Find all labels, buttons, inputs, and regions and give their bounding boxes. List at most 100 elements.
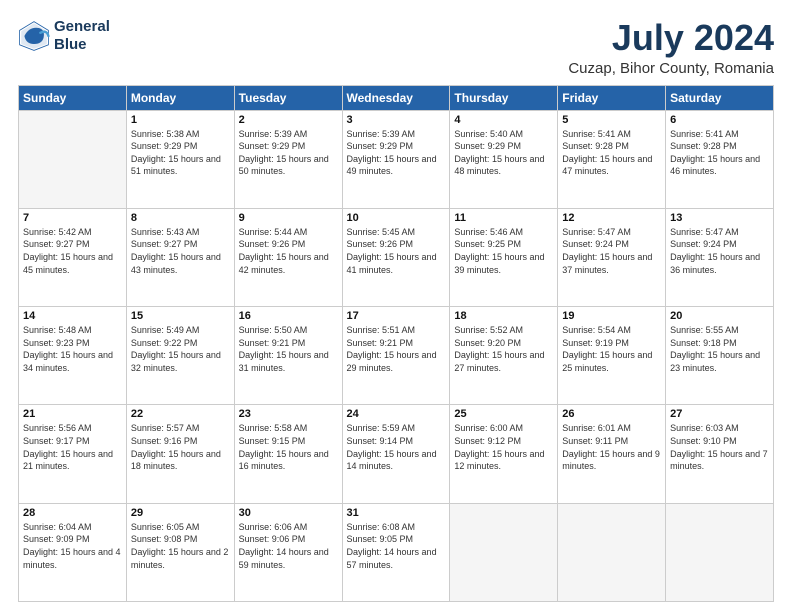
table-row: 17 Sunrise: 5:51 AM Sunset: 9:21 PM Dayli…	[342, 307, 450, 405]
calendar-week-row: 7 Sunrise: 5:42 AM Sunset: 9:27 PM Daylig…	[19, 208, 774, 306]
day-number: 11	[454, 212, 553, 224]
day-info: Sunrise: 6:08 AM Sunset: 9:05 PM Dayligh…	[347, 521, 446, 571]
col-monday: Monday	[126, 85, 234, 110]
col-tuesday: Tuesday	[234, 85, 342, 110]
col-saturday: Saturday	[666, 85, 774, 110]
table-row: 6 Sunrise: 5:41 AM Sunset: 9:28 PM Daylig…	[666, 110, 774, 208]
day-number: 12	[562, 212, 661, 224]
calendar-header-row: Sunday Monday Tuesday Wednesday Thursday…	[19, 85, 774, 110]
day-number: 5	[562, 114, 661, 126]
day-info: Sunrise: 6:03 AM Sunset: 9:10 PM Dayligh…	[670, 422, 769, 472]
table-row: 26Sunrise: 6:01 AM Sunset: 9:11 PM Dayli…	[558, 405, 666, 503]
day-info: Sunrise: 5:46 AM Sunset: 9:25 PM Dayligh…	[454, 226, 553, 276]
day-info: Sunrise: 5:50 AM Sunset: 9:21 PM Dayligh…	[239, 324, 338, 374]
day-number: 17	[347, 310, 446, 322]
table-row: 13 Sunrise: 5:47 AM Sunset: 9:24 PM Dayli…	[666, 208, 774, 306]
calendar: Sunday Monday Tuesday Wednesday Thursday…	[18, 85, 774, 602]
day-info: Sunrise: 5:39 AM Sunset: 9:29 PM Dayligh…	[347, 128, 446, 178]
day-number: 31	[347, 507, 446, 519]
table-row: 12 Sunrise: 5:47 AM Sunset: 9:24 PM Dayli…	[558, 208, 666, 306]
day-info: Sunrise: 6:04 AM Sunset: 9:09 PM Dayligh…	[23, 521, 122, 571]
table-row: 19Sunrise: 5:54 AM Sunset: 9:19 PM Dayli…	[558, 307, 666, 405]
day-info: Sunrise: 5:43 AM Sunset: 9:27 PM Dayligh…	[131, 226, 230, 276]
day-number: 9	[239, 212, 338, 224]
day-number: 19	[562, 310, 661, 322]
day-info: Sunrise: 5:48 AM Sunset: 9:23 PM Dayligh…	[23, 324, 122, 374]
table-row: 22Sunrise: 5:57 AM Sunset: 9:16 PM Dayli…	[126, 405, 234, 503]
table-row: 7 Sunrise: 5:42 AM Sunset: 9:27 PM Daylig…	[19, 208, 127, 306]
table-row: 24 Sunrise: 5:59 AM Sunset: 9:14 PM Dayli…	[342, 405, 450, 503]
day-number: 24	[347, 408, 446, 420]
day-number: 25	[454, 408, 553, 420]
day-number: 27	[670, 408, 769, 420]
day-number: 1	[131, 114, 230, 126]
day-info: Sunrise: 5:59 AM Sunset: 9:14 PM Dayligh…	[347, 422, 446, 472]
col-thursday: Thursday	[450, 85, 558, 110]
table-row	[666, 503, 774, 601]
day-number: 8	[131, 212, 230, 224]
table-row: 11 Sunrise: 5:46 AM Sunset: 9:25 PM Dayli…	[450, 208, 558, 306]
day-info: Sunrise: 5:47 AM Sunset: 9:24 PM Dayligh…	[670, 226, 769, 276]
day-info: Sunrise: 6:00 AM Sunset: 9:12 PM Dayligh…	[454, 422, 553, 472]
table-row: 4Sunrise: 5:40 AM Sunset: 9:29 PM Daylig…	[450, 110, 558, 208]
day-info: Sunrise: 5:56 AM Sunset: 9:17 PM Dayligh…	[23, 422, 122, 472]
day-info: Sunrise: 5:47 AM Sunset: 9:24 PM Dayligh…	[562, 226, 661, 276]
day-info: Sunrise: 5:40 AM Sunset: 9:29 PM Dayligh…	[454, 128, 553, 178]
day-info: Sunrise: 5:39 AM Sunset: 9:29 PM Dayligh…	[239, 128, 338, 178]
col-friday: Friday	[558, 85, 666, 110]
main-title: July 2024	[568, 18, 774, 58]
table-row: 28 Sunrise: 6:04 AM Sunset: 9:09 PM Dayli…	[19, 503, 127, 601]
table-row	[558, 503, 666, 601]
day-number: 2	[239, 114, 338, 126]
day-info: Sunrise: 5:52 AM Sunset: 9:20 PM Dayligh…	[454, 324, 553, 374]
table-row: 27 Sunrise: 6:03 AM Sunset: 9:10 PM Dayli…	[666, 405, 774, 503]
calendar-week-row: 21 Sunrise: 5:56 AM Sunset: 9:17 PM Dayli…	[19, 405, 774, 503]
day-info: Sunrise: 5:44 AM Sunset: 9:26 PM Dayligh…	[239, 226, 338, 276]
calendar-week-row: 14Sunrise: 5:48 AM Sunset: 9:23 PM Dayli…	[19, 307, 774, 405]
header: General Blue July 2024 Cuzap, Bihor Coun…	[18, 18, 774, 77]
day-info: Sunrise: 6:06 AM Sunset: 9:06 PM Dayligh…	[239, 521, 338, 571]
table-row: 9 Sunrise: 5:44 AM Sunset: 9:26 PM Daylig…	[234, 208, 342, 306]
day-info: Sunrise: 5:41 AM Sunset: 9:28 PM Dayligh…	[670, 128, 769, 178]
table-row: 15 Sunrise: 5:49 AM Sunset: 9:22 PM Dayli…	[126, 307, 234, 405]
day-number: 7	[23, 212, 122, 224]
table-row: 3 Sunrise: 5:39 AM Sunset: 9:29 PM Daylig…	[342, 110, 450, 208]
table-row: 2 Sunrise: 5:39 AM Sunset: 9:29 PM Daylig…	[234, 110, 342, 208]
table-row: 23 Sunrise: 5:58 AM Sunset: 9:15 PM Dayli…	[234, 405, 342, 503]
col-wednesday: Wednesday	[342, 85, 450, 110]
table-row: 16 Sunrise: 5:50 AM Sunset: 9:21 PM Dayli…	[234, 307, 342, 405]
table-row: 25 Sunrise: 6:00 AM Sunset: 9:12 PM Dayli…	[450, 405, 558, 503]
day-number: 28	[23, 507, 122, 519]
day-info: Sunrise: 5:55 AM Sunset: 9:18 PM Dayligh…	[670, 324, 769, 374]
day-number: 21	[23, 408, 122, 420]
logo: General Blue	[18, 18, 110, 54]
day-number: 13	[670, 212, 769, 224]
day-number: 6	[670, 114, 769, 126]
table-row: 20Sunrise: 5:55 AM Sunset: 9:18 PM Dayli…	[666, 307, 774, 405]
day-number: 15	[131, 310, 230, 322]
table-row: 1 Sunrise: 5:38 AM Sunset: 9:29 PM Daylig…	[126, 110, 234, 208]
table-row	[450, 503, 558, 601]
day-info: Sunrise: 5:41 AM Sunset: 9:28 PM Dayligh…	[562, 128, 661, 178]
table-row: 29Sunrise: 6:05 AM Sunset: 9:08 PM Dayli…	[126, 503, 234, 601]
day-number: 23	[239, 408, 338, 420]
day-number: 16	[239, 310, 338, 322]
table-row: 14Sunrise: 5:48 AM Sunset: 9:23 PM Dayli…	[19, 307, 127, 405]
table-row	[19, 110, 127, 208]
day-info: Sunrise: 5:58 AM Sunset: 9:15 PM Dayligh…	[239, 422, 338, 472]
table-row: 31 Sunrise: 6:08 AM Sunset: 9:05 PM Dayli…	[342, 503, 450, 601]
day-info: Sunrise: 5:38 AM Sunset: 9:29 PM Dayligh…	[131, 128, 230, 178]
day-info: Sunrise: 5:42 AM Sunset: 9:27 PM Dayligh…	[23, 226, 122, 276]
day-number: 18	[454, 310, 553, 322]
title-block: July 2024 Cuzap, Bihor County, Romania	[568, 18, 774, 77]
day-number: 22	[131, 408, 230, 420]
logo-text: General Blue	[54, 18, 110, 54]
day-info: Sunrise: 5:49 AM Sunset: 9:22 PM Dayligh…	[131, 324, 230, 374]
table-row: 21 Sunrise: 5:56 AM Sunset: 9:17 PM Dayli…	[19, 405, 127, 503]
table-row: 10Sunrise: 5:45 AM Sunset: 9:26 PM Dayli…	[342, 208, 450, 306]
day-number: 3	[347, 114, 446, 126]
day-number: 10	[347, 212, 446, 224]
day-info: Sunrise: 5:51 AM Sunset: 9:21 PM Dayligh…	[347, 324, 446, 374]
calendar-week-row: 28 Sunrise: 6:04 AM Sunset: 9:09 PM Dayli…	[19, 503, 774, 601]
day-info: Sunrise: 6:01 AM Sunset: 9:11 PM Dayligh…	[562, 422, 661, 472]
